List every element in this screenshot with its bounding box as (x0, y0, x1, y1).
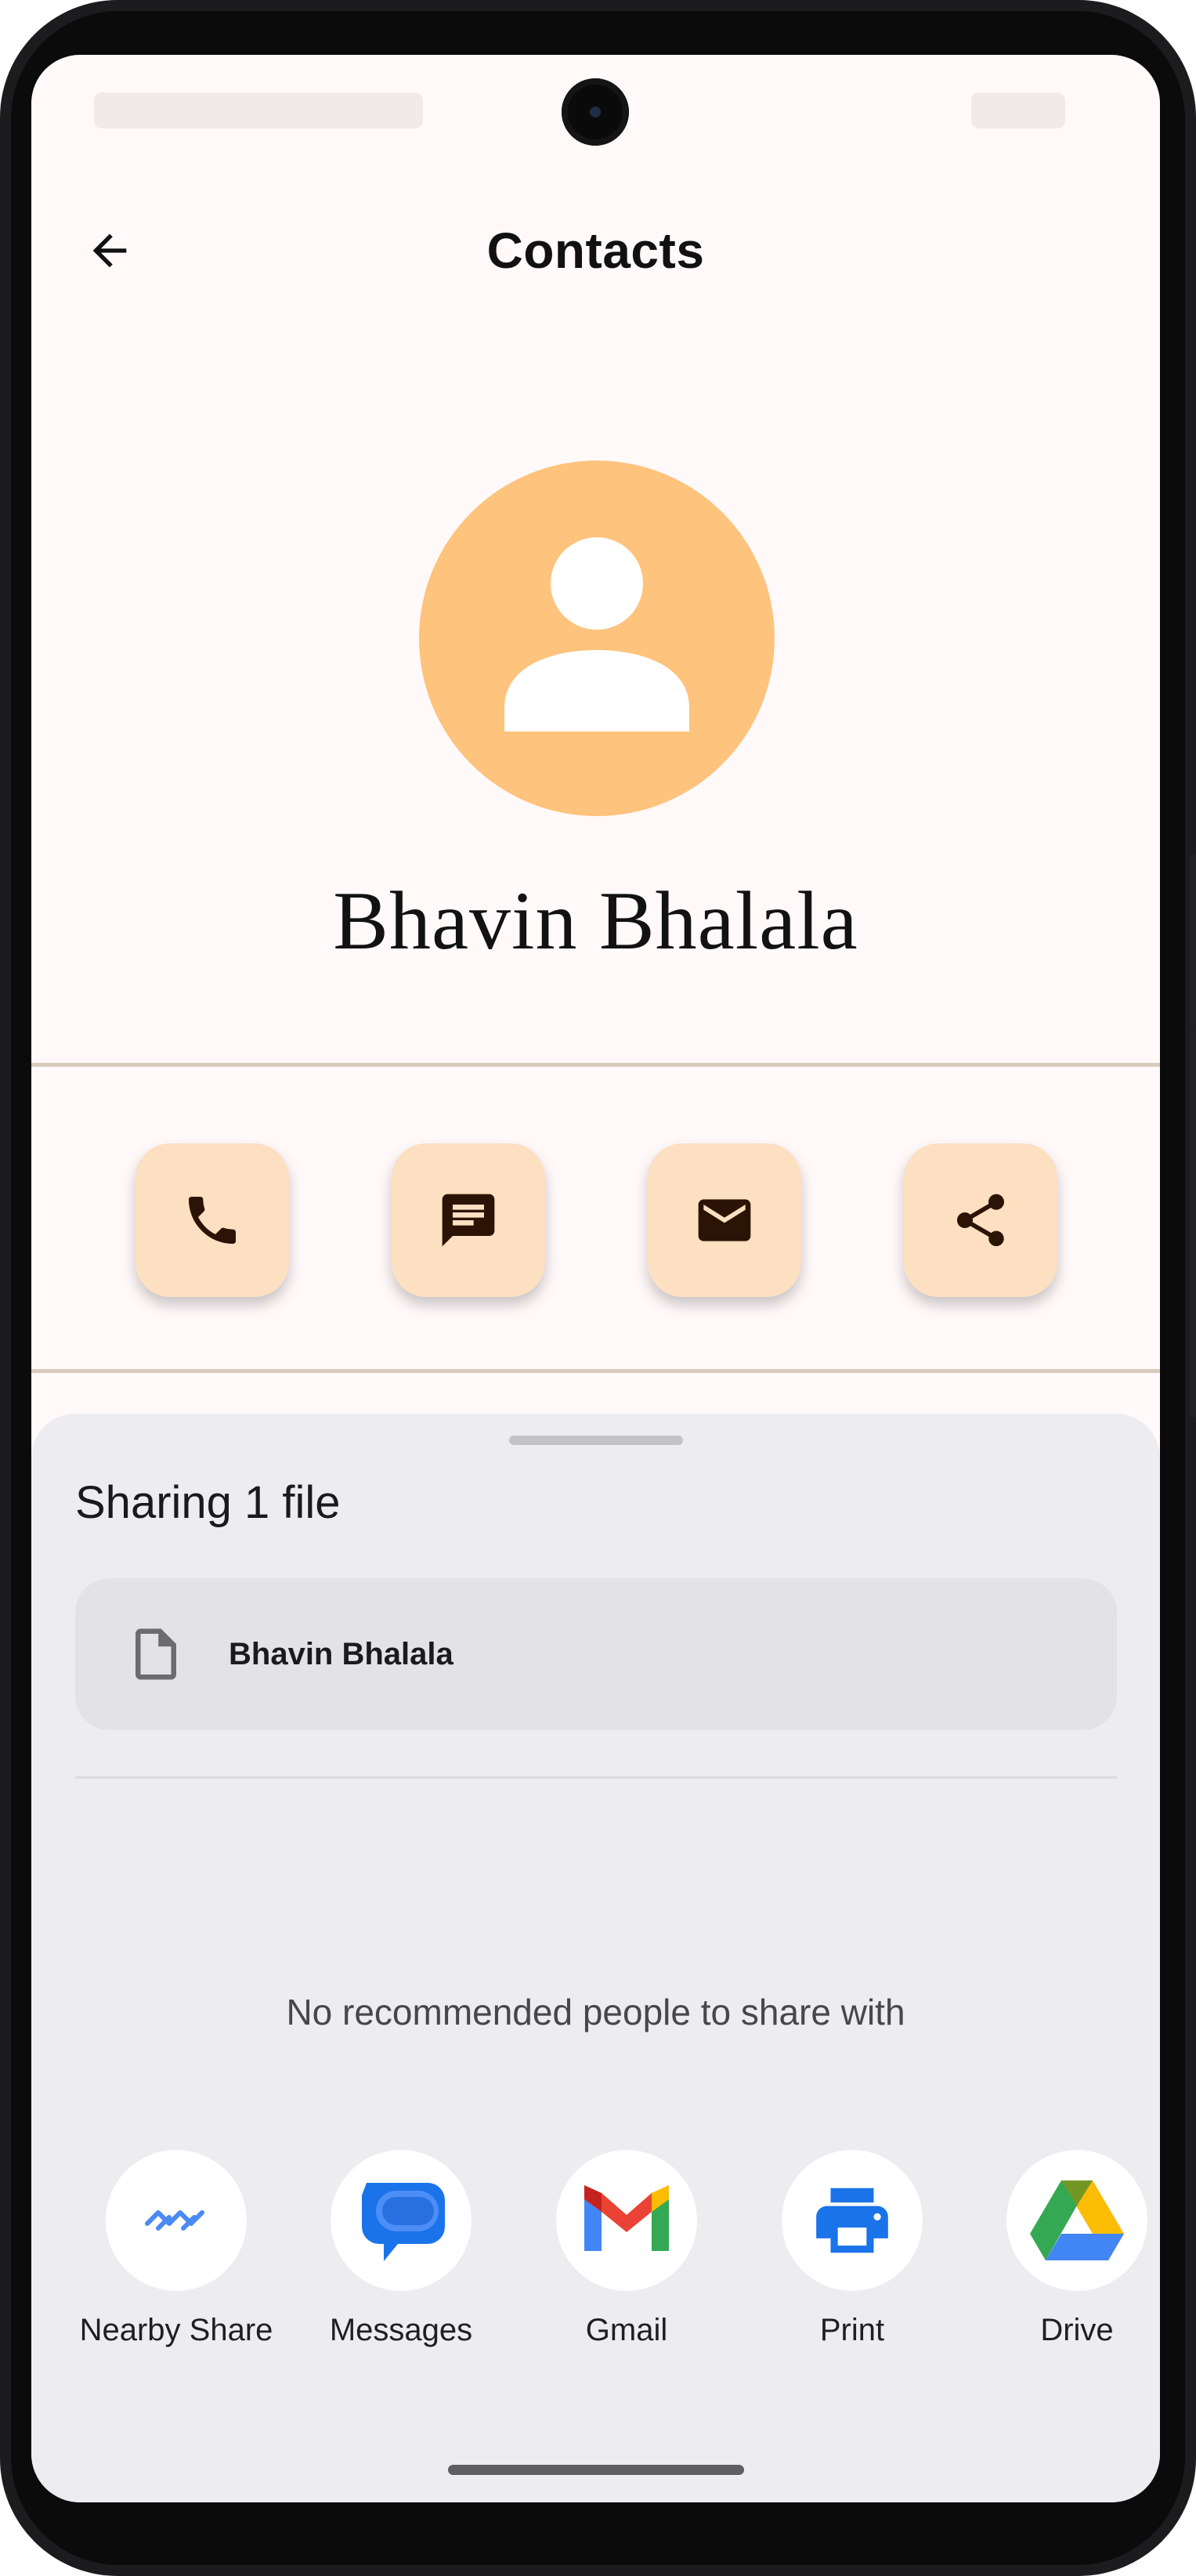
share-sheet-title: Sharing 1 file (75, 1477, 341, 1528)
file-preview-card: Bhavin Bhalala (75, 1578, 1117, 1730)
sheet-divider (75, 1776, 1117, 1779)
page-title: Contacts (486, 222, 705, 279)
share-target-gmail[interactable]: Gmail (525, 2150, 728, 2348)
screen: Contacts Bhavin Bhalala Sharing 1 file B… (31, 55, 1160, 2502)
drag-handle[interactable] (509, 1436, 683, 1445)
email-button[interactable] (648, 1143, 801, 1297)
share-target-label: Drive (1040, 2313, 1114, 2347)
front-camera (562, 78, 629, 146)
contact-name: Bhavin Bhalala (333, 875, 858, 966)
home-indicator[interactable] (448, 2465, 744, 2475)
volume-button (1190, 1026, 1196, 1418)
share-target-label: Messages (329, 2313, 473, 2347)
back-button[interactable] (78, 219, 141, 282)
drive-icon (1006, 2150, 1147, 2291)
share-target-print[interactable]: Print (750, 2150, 954, 2348)
empty-recommendations-text: No recommended people to share with (286, 1992, 905, 2032)
bottom-divider (31, 1369, 1160, 1373)
file-name: Bhavin Bhalala (229, 1636, 453, 1671)
message-icon (442, 1194, 495, 1247)
phone-icon (189, 1197, 236, 1244)
status-bar-left (94, 92, 423, 128)
share-button[interactable] (904, 1143, 1057, 1297)
share-icon (957, 1194, 1004, 1247)
status-bar-right (971, 92, 1065, 128)
call-button[interactable] (135, 1143, 289, 1297)
share-sheet: Sharing 1 file Bhavin Bhalala No recomme… (31, 1414, 1160, 2502)
print-icon (782, 2150, 923, 2291)
phone-frame: Contacts Bhavin Bhalala Sharing 1 file B… (0, 0, 1196, 2576)
nearby-share-icon (106, 2150, 247, 2291)
file-icon (135, 1628, 176, 1680)
gmail-icon (556, 2150, 697, 2291)
share-target-label: Gmail (585, 2313, 668, 2347)
messages-icon (331, 2150, 472, 2291)
share-target-messages[interactable]: Messages (299, 2150, 503, 2348)
person-icon (504, 537, 689, 732)
contact-avatar (419, 461, 775, 816)
share-target-label: Print (819, 2313, 885, 2347)
power-button (1190, 854, 1196, 1026)
top-divider (31, 1063, 1160, 1067)
arrow-back-icon (92, 233, 127, 268)
email-icon (698, 1199, 751, 1241)
message-button[interactable] (392, 1143, 545, 1297)
share-target-drive[interactable]: Drive (975, 2150, 1160, 2348)
share-target-label: Nearby Share (79, 2313, 273, 2347)
app-bar: Contacts (31, 204, 1160, 298)
share-target-nearby-share[interactable]: Nearby Share (74, 2150, 278, 2348)
